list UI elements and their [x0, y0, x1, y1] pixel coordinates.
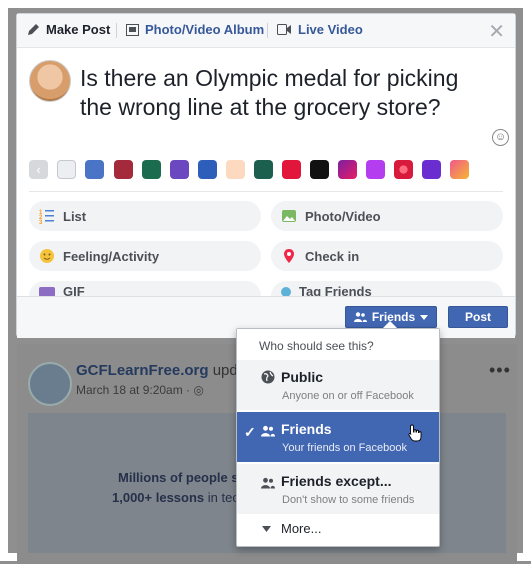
background-swatch[interactable]: [394, 160, 413, 179]
smiley-icon: [39, 248, 55, 264]
option-photo-video[interactable]: Photo/Video: [271, 201, 503, 231]
menu-pointer: [383, 321, 397, 328]
tab-live-video-label: Live Video: [298, 22, 363, 37]
background-swatch[interactable]: [114, 160, 133, 179]
audience-option-friends[interactable]: ✓ Friends Your friends on Facebook: [237, 412, 439, 462]
audience-friends-description: Your friends on Facebook: [282, 442, 407, 454]
tab-make-post[interactable]: Make Post: [27, 22, 110, 37]
option-check-in[interactable]: Check in: [271, 241, 503, 271]
post-text-input[interactable]: Is there an Olympic medal for picking th…: [80, 64, 480, 122]
post-button[interactable]: Post: [448, 306, 508, 328]
tab-photo-album-label: Photo/Video Album: [145, 22, 265, 37]
background-swatch[interactable]: [450, 160, 469, 179]
audience-friends-title: Friends: [281, 421, 332, 437]
background-swatch[interactable]: [338, 160, 357, 179]
option-feeling-activity[interactable]: Feeling/Activity: [29, 241, 261, 271]
background-swatch[interactable]: [226, 160, 245, 179]
checkmark-icon: ✓: [244, 424, 256, 440]
background-swatch[interactable]: [422, 160, 441, 179]
pencil-icon: [28, 24, 39, 35]
more-options-icon[interactable]: •••: [489, 360, 511, 381]
option-tag-friends[interactable]: Tag Friends: [271, 281, 503, 297]
audience-friends-except-description: Don't show to some friends: [282, 494, 415, 506]
section-divider: [29, 191, 503, 192]
caret-down-icon: [262, 526, 271, 532]
audience-menu-header: Who should see this?: [237, 329, 439, 359]
friends-icon: [261, 425, 275, 437]
caret-down-icon: [420, 314, 429, 320]
friends-except-icon: [261, 477, 275, 489]
svg-text:3: 3: [39, 220, 43, 224]
option-feeling-label: Feeling/Activity: [63, 248, 160, 264]
background-swatch[interactable]: [282, 160, 301, 179]
photo-album-icon: [126, 23, 139, 36]
tab-photo-video-album[interactable]: Photo/Video Album: [126, 22, 264, 37]
tab-divider: [116, 23, 117, 38]
create-post-composer: Make Post Photo/Video Album Live Video ✕…: [16, 13, 516, 338]
tab-make-post-label: Make Post: [46, 22, 111, 37]
background-swatch[interactable]: [170, 160, 189, 179]
user-avatar: [29, 60, 71, 102]
location-pin-icon: [281, 248, 297, 264]
image-caption-line2: 1,000+ lessons in tec: [112, 490, 239, 505]
option-photo-video-label: Photo/Video: [305, 208, 381, 224]
close-icon[interactable]: ✕: [488, 19, 505, 44]
background-swatch[interactable]: [57, 160, 76, 179]
feed-post-date[interactable]: March 18 at 9:20am · ◎: [76, 383, 204, 397]
globe-icon: [261, 370, 275, 384]
photo-icon: [281, 208, 297, 224]
smiley-icon[interactable]: ☺: [492, 129, 509, 146]
audience-public-description: Anyone on or off Facebook: [282, 390, 414, 402]
globe-icon: ◎: [193, 383, 204, 397]
background-swatch[interactable]: [254, 160, 273, 179]
friends-icon: [353, 312, 367, 322]
background-swatch[interactable]: [366, 160, 385, 179]
tab-live-video[interactable]: Live Video: [277, 22, 363, 37]
background-swatch[interactable]: [85, 160, 104, 179]
audience-option-more[interactable]: More...: [237, 516, 439, 544]
audience-public-title: Public: [281, 369, 324, 385]
hand-cursor-icon: [408, 424, 422, 442]
option-gif[interactable]: GIF: [29, 281, 261, 297]
option-list-label: List: [63, 208, 87, 224]
tab-divider: [267, 23, 268, 38]
background-swatch[interactable]: [310, 160, 329, 179]
video-camera-icon: [277, 24, 291, 35]
audience-friends-except-title: Friends except...: [281, 473, 392, 489]
audience-menu-header-text: Who should see this?: [259, 339, 374, 353]
page-avatar[interactable]: [28, 362, 72, 406]
option-list[interactable]: 123 List: [29, 201, 261, 231]
audience-option-public[interactable]: Public Anyone on or off Facebook: [237, 360, 439, 410]
background-swatch[interactable]: [198, 160, 217, 179]
feed-post-author[interactable]: GCFLearnFree.org updat: [76, 362, 250, 379]
chevron-left-icon[interactable]: ‹: [29, 160, 48, 179]
audience-menu: Who should see this? Public Anyone on or…: [236, 328, 440, 547]
list-icon: 123: [39, 208, 55, 226]
audience-more-label: More...: [281, 521, 322, 536]
audience-option-friends-except[interactable]: Friends except... Don't show to some fri…: [237, 464, 439, 514]
composer-tabs: Make Post Photo/Video Album Live Video ✕: [17, 14, 515, 48]
background-swatch[interactable]: [142, 160, 161, 179]
option-check-in-label: Check in: [305, 248, 360, 264]
